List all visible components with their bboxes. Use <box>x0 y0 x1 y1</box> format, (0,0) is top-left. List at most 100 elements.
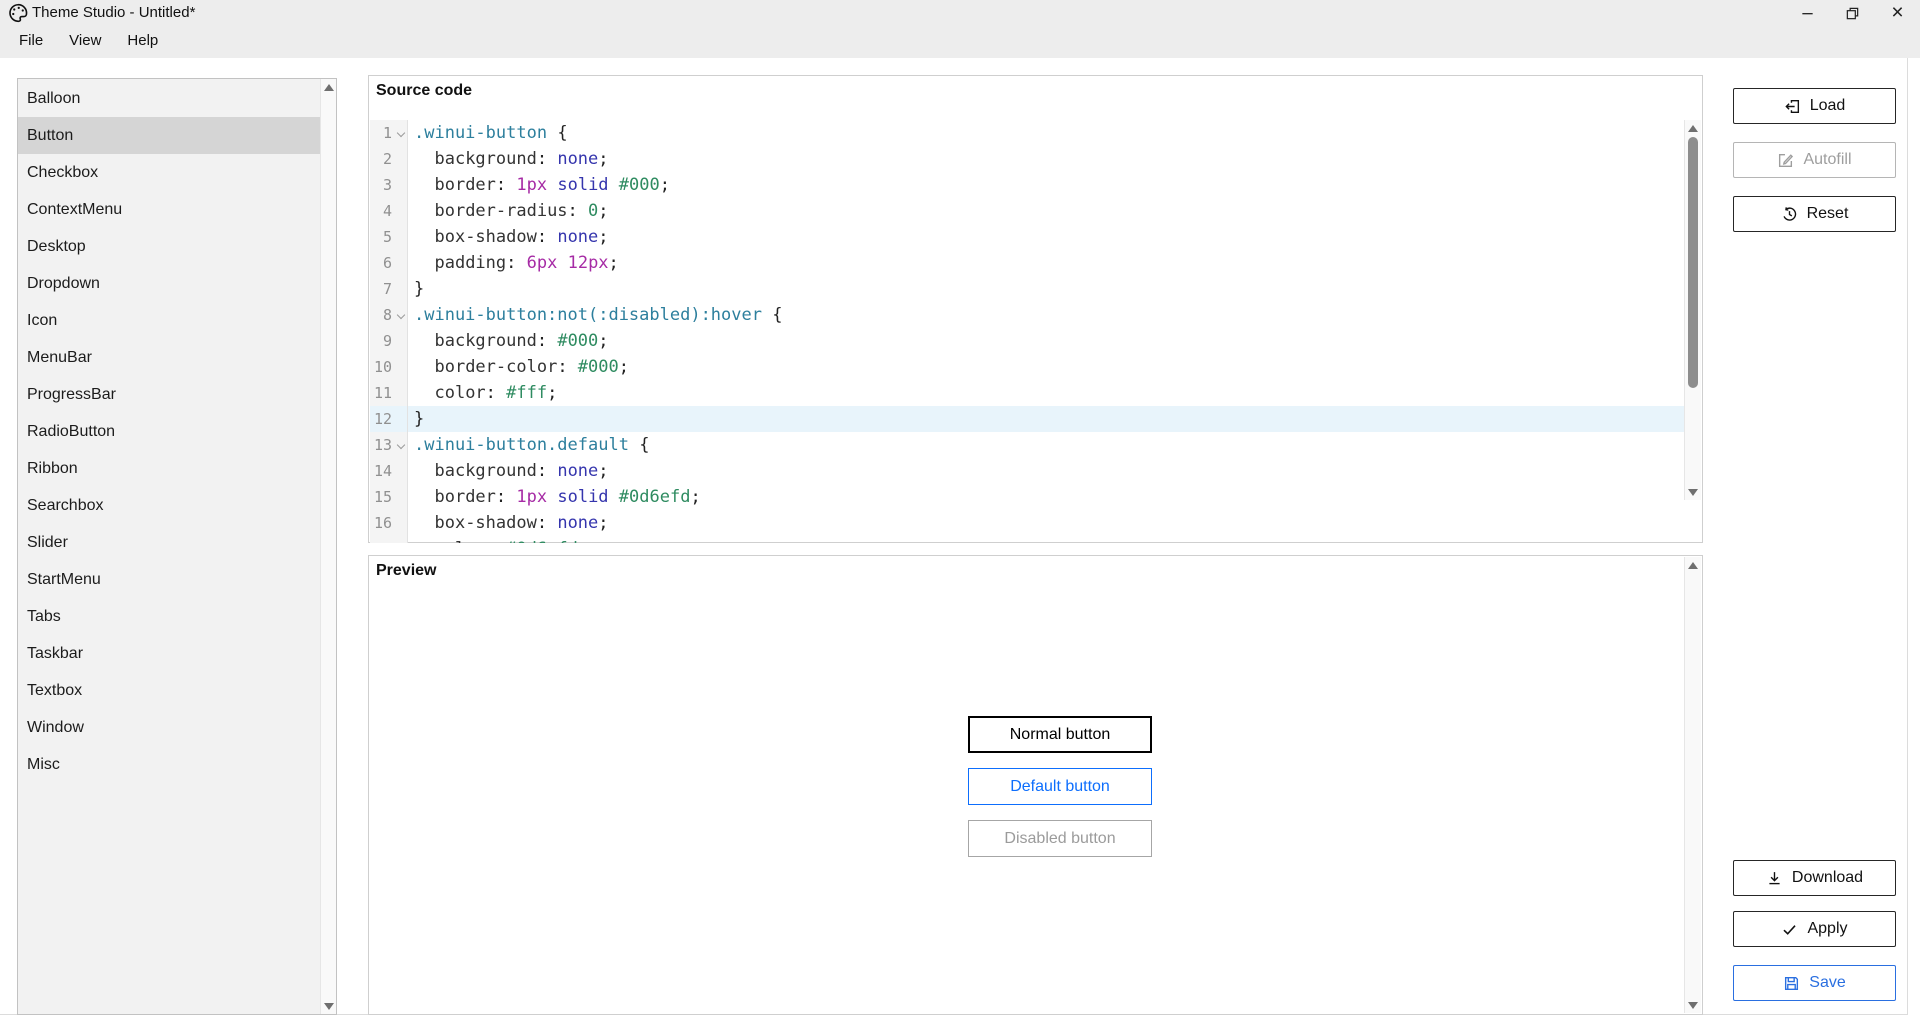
scroll-down-arrow[interactable] <box>1685 997 1701 1013</box>
button-label: Load <box>1810 97 1846 115</box>
sidebar-item-menubar[interactable]: MenuBar <box>18 339 320 376</box>
line-number: 8 <box>370 302 408 328</box>
sidebar-item-textbox[interactable]: Textbox <box>18 672 320 709</box>
code-line[interactable]: 6 padding: 6px 12px; <box>370 250 1686 276</box>
component-list: BalloonButtonCheckboxContextMenuDesktopD… <box>18 80 320 783</box>
line-number: 11 <box>370 380 408 406</box>
code-line[interactable]: 2 background: none; <box>370 146 1686 172</box>
load-icon <box>1784 98 1801 115</box>
save-button[interactable]: Save <box>1733 965 1896 1001</box>
window-title: Theme Studio - Untitled* <box>32 0 195 26</box>
code-line[interactable]: 1.winui-button { <box>370 120 1686 146</box>
line-number: 16 <box>370 510 408 536</box>
code-line[interactable]: 4 border-radius: 0; <box>370 198 1686 224</box>
code-editor[interactable]: 1.winui-button {2 background: none;3 bor… <box>370 120 1686 543</box>
code-text: border-color: #000; <box>408 354 629 380</box>
sidebar-item-searchbox[interactable]: Searchbox <box>18 487 320 524</box>
close-icon: × <box>1891 0 1903 26</box>
scroll-up-arrow[interactable] <box>321 79 336 95</box>
code-line[interactable]: 5 box-shadow: none; <box>370 224 1686 250</box>
code-line[interactable]: 14 background: none; <box>370 458 1686 484</box>
sidebar-item-radiobutton[interactable]: RadioButton <box>18 413 320 450</box>
download-button[interactable]: Download <box>1733 860 1896 896</box>
default-preview-button[interactable]: Default button <box>968 768 1152 805</box>
window-controls: × <box>1785 0 1920 26</box>
apply-icon <box>1781 921 1798 938</box>
code-line[interactable]: 8.winui-button:not(:disabled):hover { <box>370 302 1686 328</box>
line-number: 7 <box>370 276 408 302</box>
code-line[interactable]: 11 color: #fff; <box>370 380 1686 406</box>
sidebar-item-contextmenu[interactable]: ContextMenu <box>18 191 320 228</box>
preview-scrollbar[interactable] <box>1684 557 1701 1013</box>
code-text: color: #0d6efd; <box>408 536 588 543</box>
code-text: .winui-button.default { <box>408 432 649 458</box>
close-button[interactable]: × <box>1875 0 1920 26</box>
fold-chevron-icon[interactable] <box>397 129 405 137</box>
save-icon <box>1783 975 1800 992</box>
sidebar-item-tabs[interactable]: Tabs <box>18 598 320 635</box>
scroll-up-arrow[interactable] <box>1685 557 1701 573</box>
code-line[interactable]: 15 border: 1px solid #0d6efd; <box>370 484 1686 510</box>
apply-button[interactable]: Apply <box>1733 911 1896 947</box>
scroll-up-arrow[interactable] <box>1685 120 1701 136</box>
button-label: Save <box>1809 974 1845 992</box>
fold-chevron-icon[interactable] <box>397 441 405 449</box>
sidebar-item-desktop[interactable]: Desktop <box>18 228 320 265</box>
load-button[interactable]: Load <box>1733 88 1896 124</box>
line-number: 3 <box>370 172 408 198</box>
fold-chevron-icon[interactable] <box>397 311 405 319</box>
code-text: padding: 6px 12px; <box>408 250 619 276</box>
line-number: 5 <box>370 224 408 250</box>
code-text: color: #fff; <box>408 380 557 406</box>
scroll-down-arrow[interactable] <box>321 998 336 1014</box>
source-code-panel: Source code 1.winui-button {2 background… <box>368 75 1703 543</box>
sidebar-item-progressbar[interactable]: ProgressBar <box>18 376 320 413</box>
button-label: Apply <box>1807 920 1847 938</box>
line-number: 9 <box>370 328 408 354</box>
sidebar-item-button[interactable]: Button <box>18 117 320 154</box>
menu-file[interactable]: File <box>6 26 56 58</box>
line-number: 14 <box>370 458 408 484</box>
preview-title: Preview <box>376 562 436 580</box>
code-text: } <box>408 406 424 432</box>
code-line[interactable]: 13.winui-button.default { <box>370 432 1686 458</box>
sidebar-item-icon[interactable]: Icon <box>18 302 320 339</box>
button-label: Download <box>1792 869 1863 887</box>
code-line[interactable]: 12} <box>370 406 1686 432</box>
sidebar-item-ribbon[interactable]: Ribbon <box>18 450 320 487</box>
normal-preview-button[interactable]: Normal button <box>968 716 1152 753</box>
sidebar-scrollbar[interactable] <box>320 79 336 1014</box>
scrollbar-thumb[interactable] <box>1688 137 1698 388</box>
line-number: 4 <box>370 198 408 224</box>
menu-help[interactable]: Help <box>114 26 171 58</box>
palette-icon <box>8 3 28 23</box>
menu-view[interactable]: View <box>56 26 114 58</box>
code-line[interactable]: 17 color: #0d6efd; <box>370 536 1686 543</box>
code-text: border-radius: 0; <box>408 198 609 224</box>
sidebar-item-slider[interactable]: Slider <box>18 524 320 561</box>
source-editor-scrollbar[interactable] <box>1684 120 1701 500</box>
reset-button[interactable]: Reset <box>1733 196 1896 232</box>
code-line[interactable]: 7} <box>370 276 1686 302</box>
code-line[interactable]: 10 border-color: #000; <box>370 354 1686 380</box>
scroll-down-arrow[interactable] <box>1685 484 1701 500</box>
sidebar-item-checkbox[interactable]: Checkbox <box>18 154 320 191</box>
code-text: box-shadow: none; <box>408 224 609 250</box>
code-line[interactable]: 3 border: 1px solid #000; <box>370 172 1686 198</box>
sidebar-item-taskbar[interactable]: Taskbar <box>18 635 320 672</box>
download-icon <box>1766 870 1783 887</box>
sidebar-item-startmenu[interactable]: StartMenu <box>18 561 320 598</box>
code-text: } <box>408 276 424 302</box>
sidebar-item-misc[interactable]: Misc <box>18 746 320 783</box>
sidebar-item-balloon[interactable]: Balloon <box>18 80 320 117</box>
titlebar[interactable]: Theme Studio - Untitled* × <box>0 0 1920 26</box>
minimize-button[interactable] <box>1785 0 1830 26</box>
sidebar-item-window[interactable]: Window <box>18 709 320 746</box>
line-number: 6 <box>370 250 408 276</box>
code-line[interactable]: 16 box-shadow: none; <box>370 510 1686 536</box>
restore-button[interactable] <box>1830 0 1875 26</box>
code-line[interactable]: 9 background: #000; <box>370 328 1686 354</box>
line-number: 2 <box>370 146 408 172</box>
sidebar-item-dropdown[interactable]: Dropdown <box>18 265 320 302</box>
reset-icon <box>1781 206 1798 223</box>
